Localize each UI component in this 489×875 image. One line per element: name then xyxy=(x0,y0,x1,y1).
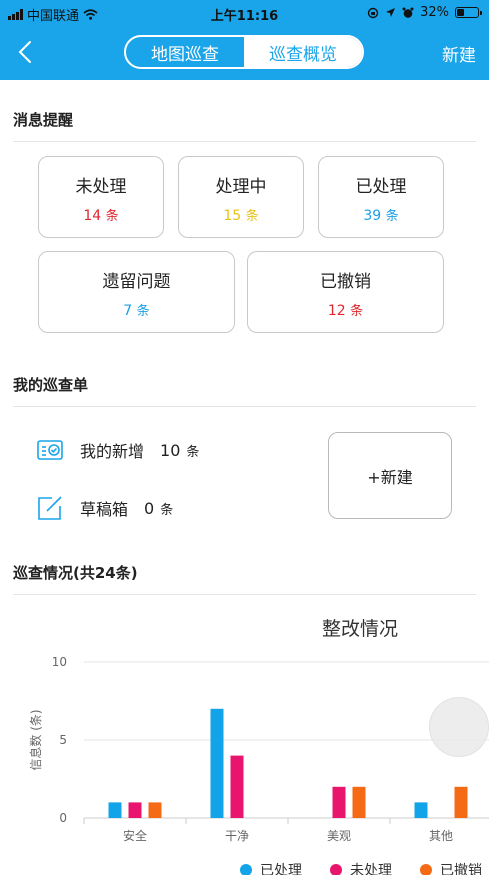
messages-title: 消息提醒 xyxy=(13,111,74,129)
card-legacy-issues[interactable]: 遗留问题 7 条 xyxy=(38,251,235,333)
tab-map-inspection[interactable]: 地图巡查 xyxy=(126,37,244,67)
card-count-unit: 条 xyxy=(136,304,150,319)
card-label: 已处理 xyxy=(355,177,407,197)
legend-marker xyxy=(330,864,342,875)
y-axis-label: 信息数 (条) xyxy=(28,709,43,770)
drafts-count: 0 xyxy=(144,498,155,518)
my-forms-divider xyxy=(13,406,476,407)
legend-marker xyxy=(240,864,252,875)
back-button[interactable] xyxy=(14,36,38,68)
chart-title: 整改情况 xyxy=(321,618,398,640)
messages-divider xyxy=(13,141,476,142)
card-count-unit: 条 xyxy=(350,304,364,319)
my-additions-row[interactable]: 我的新增 10 条 xyxy=(36,436,199,464)
card-count: 14 条 xyxy=(39,205,163,224)
card-unprocessed[interactable]: 未处理 14 条 xyxy=(38,156,164,238)
bar-已撤销-美观 xyxy=(352,786,366,818)
card-count: 39 条 xyxy=(319,205,443,224)
x-tick-label: 美观 xyxy=(327,829,351,843)
card-count-value: 14 xyxy=(83,208,102,224)
bar-已处理-其他 xyxy=(414,802,428,818)
rectification-chart: 0 5 10 信息数 (条) 安全 干净 美观 其他已处理 未处理 已撤销 xyxy=(28,655,489,875)
new-form-button[interactable]: +新建 xyxy=(328,432,452,519)
app-header: 中国联通 上午11:16 32% 地图巡查 巡查概览 新建 xyxy=(0,0,489,80)
inspection-divider xyxy=(13,594,476,595)
edit-icon xyxy=(38,496,62,520)
drafts-row[interactable]: 草稿箱 0 条 xyxy=(36,494,173,522)
card-count-value: 7 xyxy=(123,303,133,319)
rotation-lock-icon xyxy=(367,7,379,18)
card-count-unit: 条 xyxy=(245,209,259,224)
battery-percent: 32% xyxy=(420,5,449,20)
card-count: 7 条 xyxy=(39,300,234,319)
x-tick-label: 其他 xyxy=(429,829,453,843)
drafts-label: 草稿箱 xyxy=(80,500,129,519)
card-revoked[interactable]: 已撤销 12 条 xyxy=(247,251,444,333)
y-tick-label: 5 xyxy=(59,733,67,747)
status-bar: 中国联通 上午11:16 32% xyxy=(0,0,489,26)
chevron-left-icon xyxy=(18,41,31,63)
bar-未处理-安全 xyxy=(128,802,142,818)
inspection-title: 巡查情况(共24条) xyxy=(13,564,138,582)
drafts-unit: 条 xyxy=(160,502,174,518)
card-count-unit: 条 xyxy=(385,209,399,224)
card-count: 12 条 xyxy=(248,300,443,319)
card-label: 遗留问题 xyxy=(102,272,171,292)
form-check-icon xyxy=(37,440,63,460)
legend-label: 已处理 xyxy=(260,863,302,875)
my-additions-unit: 条 xyxy=(186,444,200,460)
alarm-icon xyxy=(402,7,414,18)
legend-label: 已撤销 xyxy=(440,863,482,875)
card-processed[interactable]: 已处理 39 条 xyxy=(318,156,444,238)
card-count-value: 39 xyxy=(363,208,382,224)
status-right-group: 32% xyxy=(367,5,482,20)
card-count: 15 条 xyxy=(179,205,303,224)
legend-label: 未处理 xyxy=(350,863,392,875)
header-new-button[interactable]: 新建 xyxy=(442,41,476,66)
legend-marker xyxy=(420,864,432,875)
location-icon xyxy=(386,8,396,17)
card-count-unit: 条 xyxy=(105,209,119,224)
my-additions-label: 我的新增 xyxy=(80,442,145,461)
my-forms-title: 我的巡查单 xyxy=(13,376,89,394)
my-additions-count: 10 xyxy=(160,440,181,460)
bar-已撤销-安全 xyxy=(148,802,162,818)
card-label: 处理中 xyxy=(215,177,267,197)
card-label: 未处理 xyxy=(75,177,127,197)
y-tick-label: 10 xyxy=(52,655,67,669)
card-processing[interactable]: 处理中 15 条 xyxy=(178,156,304,238)
battery-icon xyxy=(455,7,482,18)
tab-inspection-overview[interactable]: 巡查概览 xyxy=(244,37,362,67)
card-count-value: 15 xyxy=(223,208,242,224)
bar-未处理-美观 xyxy=(332,786,346,818)
bar-未处理-干净 xyxy=(230,755,244,818)
card-count-value: 12 xyxy=(327,303,346,319)
bar-已处理-安全 xyxy=(108,802,122,818)
segment-control: 地图巡查 巡查概览 xyxy=(124,35,364,69)
x-tick-label: 干净 xyxy=(225,829,249,843)
x-tick-label: 安全 xyxy=(123,828,147,843)
bar-已撤销-其他 xyxy=(454,786,468,818)
bar-已处理-干净 xyxy=(210,708,224,818)
floating-assistive-button[interactable] xyxy=(429,697,489,757)
card-label: 已撤销 xyxy=(320,272,371,292)
y-tick-label: 0 xyxy=(59,811,67,825)
